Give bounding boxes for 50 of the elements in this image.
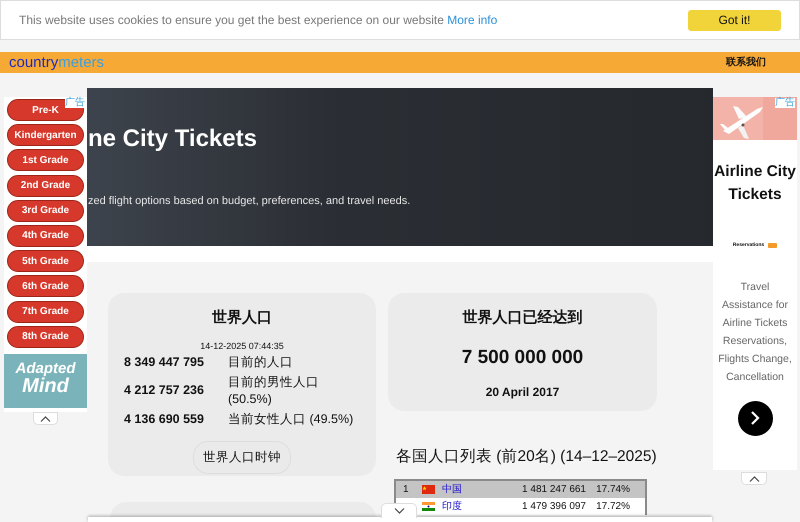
population-cell: 1 479 396 097 bbox=[522, 501, 586, 512]
contact-link[interactable]: 联系我们 bbox=[726, 55, 766, 70]
country-link[interactable]: 中国 bbox=[442, 482, 482, 498]
ad-title: Airline City Tickets bbox=[713, 162, 797, 205]
chevron-down-icon bbox=[394, 508, 404, 514]
population-value: 4 136 690 559 bbox=[124, 412, 204, 426]
grade-button[interactable]: 5th Grade bbox=[7, 250, 84, 272]
milestone-date: 20 April 2017 bbox=[484, 384, 560, 401]
banner-subtitle: zed flight options based on budget, preferences, and travel needs. bbox=[88, 194, 412, 209]
rank-cell: 1 bbox=[403, 484, 409, 496]
grade-button[interactable]: 8th Grade bbox=[7, 326, 84, 348]
ad-label[interactable]: 广告 bbox=[775, 98, 795, 108]
got-it-button[interactable]: Got it! bbox=[688, 10, 781, 30]
grade-button[interactable]: 1st Grade bbox=[7, 149, 84, 172]
population-label: 当前女性人口 (49.5%) bbox=[228, 410, 354, 427]
expand-button[interactable] bbox=[381, 503, 417, 518]
chevron-right-icon bbox=[750, 410, 760, 426]
ad-banner[interactable]: ne City Tickets zed flight options based on budget, preferences, and travel needs. bbox=[87, 88, 713, 246]
site-logo[interactable]: countrymeters bbox=[9, 50, 104, 74]
population-value: 8 349 447 795 bbox=[124, 355, 204, 369]
more-info-link[interactable]: More info bbox=[447, 13, 498, 27]
share-cell: 17.74% bbox=[596, 484, 630, 496]
banner-title: ne City Tickets bbox=[88, 124, 258, 154]
grade-button[interactable]: Kindergarten bbox=[7, 124, 84, 146]
population-label: 目前的男性人口 (50.5%) bbox=[228, 374, 320, 407]
grade-button[interactable]: 2nd Grade bbox=[7, 174, 84, 197]
card-title: 世界人口已经达到 bbox=[462, 308, 584, 328]
card-title: 世界人口 bbox=[212, 308, 272, 328]
grade-button[interactable]: 6th Grade bbox=[7, 275, 84, 298]
population-value: 4 212 757 236 bbox=[124, 383, 204, 398]
population-cell: 1 481 247 661 bbox=[522, 484, 586, 496]
timestamp: 14-12-2025 07:44:35 bbox=[200, 340, 284, 352]
logo-icon bbox=[768, 243, 778, 248]
ad-label[interactable]: 广告 bbox=[65, 98, 85, 108]
collapse-button[interactable] bbox=[33, 412, 58, 425]
grade-button[interactable]: 4th Grade bbox=[7, 224, 84, 247]
chevron-up-icon bbox=[40, 416, 51, 422]
next-button[interactable] bbox=[738, 400, 772, 436]
chevron-up-icon bbox=[748, 476, 760, 482]
population-clock-button[interactable]: 世界人口时钟 bbox=[193, 441, 291, 474]
ad-description: Travel Assistance for Airline Tickets Reservations, Flights Change, Cancellation bbox=[717, 280, 793, 384]
collapse-button[interactable] bbox=[741, 472, 767, 485]
share-cell: 17.72% bbox=[596, 501, 630, 512]
table-title: 各国人口列表 (前20名) (14–12–2025) bbox=[396, 447, 657, 467]
grade-button[interactable]: 7th Grade bbox=[7, 300, 84, 322]
grade-button[interactable]: 3rd Grade bbox=[7, 200, 84, 222]
cookie-notice-text: This website uses cookies to ensure you get the best experience on our website More info bbox=[19, 12, 498, 29]
milestone-value: 7 500 000 000 bbox=[460, 346, 584, 370]
country-link[interactable]: 印度 bbox=[442, 499, 482, 514]
population-label: 目前的人口 bbox=[228, 354, 294, 370]
